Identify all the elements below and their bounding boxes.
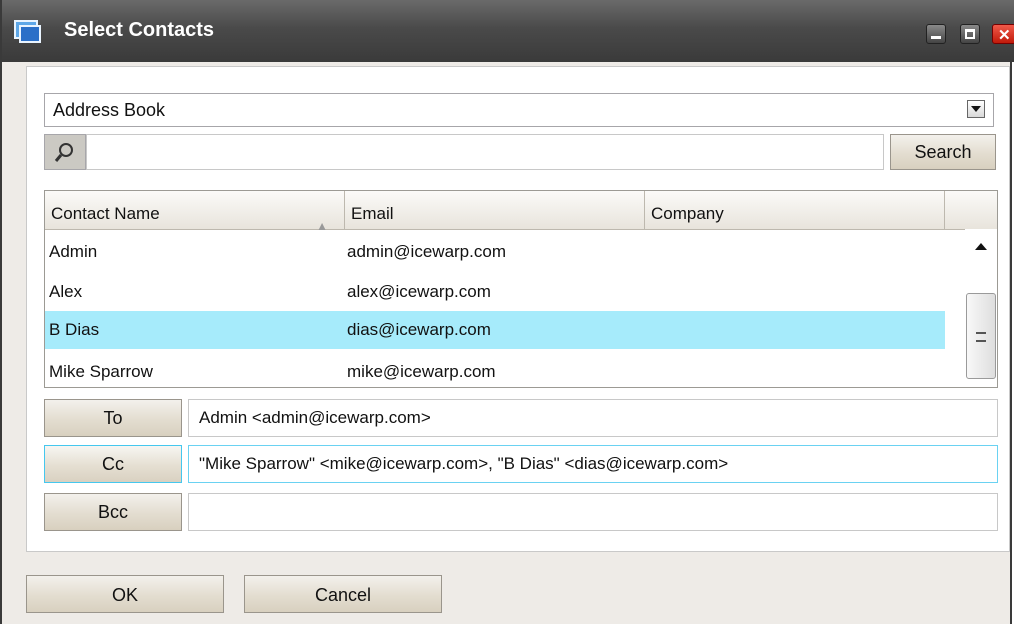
email-cell: admin@icewarp.com bbox=[347, 242, 506, 261]
dropdown-arrow-icon[interactable] bbox=[967, 100, 985, 118]
scrollbar-thumb[interactable] bbox=[966, 293, 996, 379]
window-app-icon bbox=[14, 20, 42, 44]
maximize-icon bbox=[965, 29, 975, 39]
contact-name-cell: Alex bbox=[49, 282, 83, 301]
contacts-grid: Contact Name ▲ Email Company Admin admin… bbox=[44, 190, 998, 388]
scroll-up-icon[interactable] bbox=[975, 243, 987, 250]
minimize-button[interactable] bbox=[926, 24, 946, 44]
vertical-scrollbar[interactable] bbox=[965, 229, 997, 387]
search-icon-box bbox=[44, 134, 86, 170]
close-button[interactable]: ✕ bbox=[992, 24, 1014, 44]
table-row-selected[interactable]: B Dias dias@icewarp.com bbox=[45, 311, 945, 349]
ok-button[interactable]: OK bbox=[26, 575, 224, 613]
window-title: Select Contacts bbox=[64, 19, 215, 41]
table-row[interactable]: Mike Sparrow mike@icewarp.com bbox=[45, 353, 945, 387]
column-header-label: Email bbox=[351, 204, 394, 223]
search-button[interactable]: Search bbox=[890, 134, 996, 170]
table-row[interactable]: Alex alex@icewarp.com bbox=[45, 273, 945, 311]
contact-name-cell: B Dias bbox=[49, 320, 100, 339]
cc-field[interactable]: "Mike Sparrow" <mike@icewarp.com>, "B Di… bbox=[188, 445, 998, 483]
search-icon bbox=[45, 143, 87, 175]
email-cell: alex@icewarp.com bbox=[347, 282, 491, 301]
close-icon: ✕ bbox=[998, 27, 1011, 44]
title-bar[interactable]: Select Contacts ✕ bbox=[2, 0, 1014, 62]
select-contacts-dialog: Select Contacts ✕ Address Book Search Co… bbox=[0, 0, 1014, 624]
address-book-selected: Address Book bbox=[53, 100, 166, 120]
to-button[interactable]: To bbox=[44, 399, 182, 437]
column-header-filler bbox=[945, 191, 997, 229]
search-input[interactable] bbox=[86, 134, 884, 170]
minimize-icon bbox=[931, 36, 941, 39]
cancel-button[interactable]: Cancel bbox=[244, 575, 442, 613]
table-row[interactable]: Admin admin@icewarp.com bbox=[45, 233, 945, 271]
maximize-button[interactable] bbox=[960, 24, 980, 44]
bcc-button[interactable]: Bcc bbox=[44, 493, 182, 531]
to-field[interactable]: Admin <admin@icewarp.com> bbox=[188, 399, 998, 437]
bcc-field[interactable] bbox=[188, 493, 998, 531]
cc-button[interactable]: Cc bbox=[44, 445, 182, 483]
contact-name-cell: Admin bbox=[49, 242, 98, 261]
column-header-company[interactable]: Company bbox=[645, 191, 945, 229]
column-header-contact-name[interactable]: Contact Name ▲ bbox=[45, 191, 345, 233]
address-book-select[interactable]: Address Book bbox=[44, 93, 994, 127]
grip-icon bbox=[976, 332, 986, 342]
column-header-label: Company bbox=[651, 204, 724, 223]
email-cell: dias@icewarp.com bbox=[347, 320, 491, 339]
contact-name-cell: Mike Sparrow bbox=[49, 362, 153, 381]
column-header-label: Contact Name bbox=[51, 204, 160, 223]
column-header-email[interactable]: Email bbox=[345, 191, 645, 229]
email-cell: mike@icewarp.com bbox=[347, 362, 496, 381]
grid-header: Contact Name ▲ Email Company bbox=[45, 191, 997, 233]
